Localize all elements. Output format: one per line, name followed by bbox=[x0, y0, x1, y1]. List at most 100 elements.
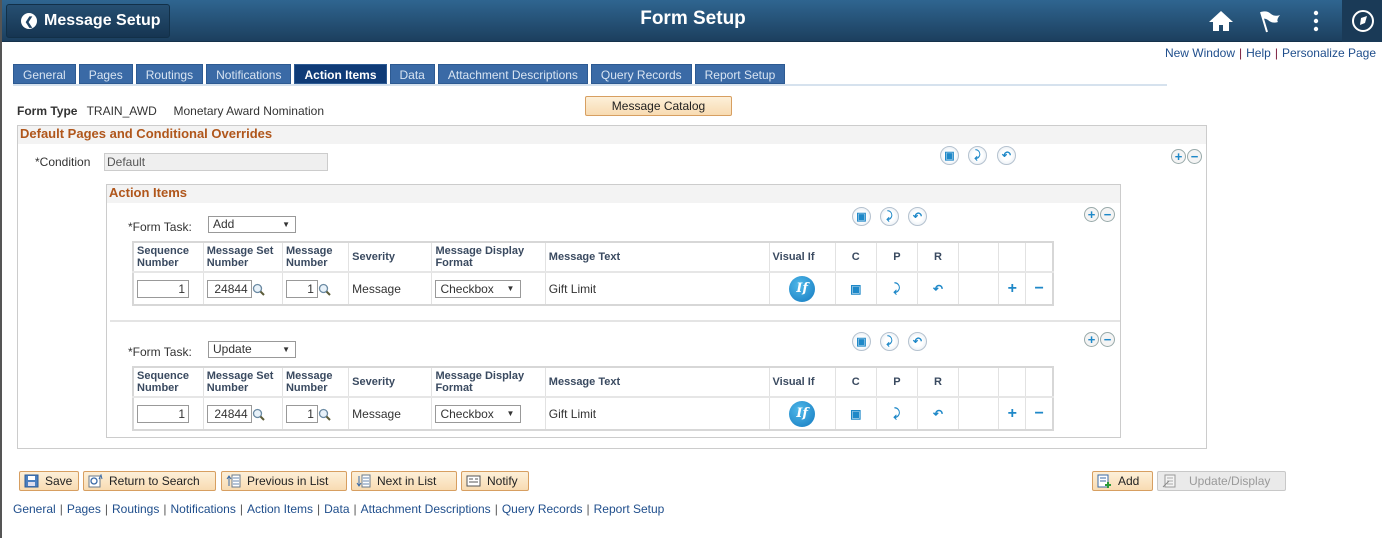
add-condition-button[interactable]: + bbox=[1171, 149, 1186, 164]
next-in-list-button[interactable]: Next in List bbox=[351, 471, 457, 491]
update-display-label: Update/Display bbox=[1189, 474, 1271, 488]
reset-row-icon[interactable]: ↶ bbox=[997, 146, 1016, 165]
bottom-link-notifications[interactable]: Notifications bbox=[170, 502, 235, 516]
grid-header-row: Sequence Number Message Set Number Messa… bbox=[133, 242, 1054, 273]
add-icon bbox=[1097, 474, 1111, 488]
return-to-search-icon bbox=[88, 474, 103, 488]
bottom-link-query-records[interactable]: Query Records bbox=[502, 502, 583, 516]
message-set-input[interactable]: 24844 bbox=[206, 279, 252, 298]
bottom-link-action-items[interactable]: Action Items bbox=[247, 502, 313, 516]
paste-row-icon[interactable]: ⤸ bbox=[968, 146, 987, 165]
reset-icon[interactable]: ↶ bbox=[917, 397, 960, 430]
copy-task-icon[interactable]: ▣ bbox=[852, 332, 871, 351]
notify-button[interactable]: Notify bbox=[461, 471, 529, 491]
delete-row-button[interactable]: − bbox=[1025, 397, 1054, 430]
group-divider bbox=[110, 320, 1120, 322]
copy-task-icon[interactable]: ▣ bbox=[852, 207, 871, 226]
copy-icon[interactable]: ▣ bbox=[835, 397, 877, 430]
form-task-dropdown[interactable]: Update ▼ bbox=[208, 341, 296, 358]
col-message-set-number: Message Set Number bbox=[203, 367, 283, 398]
tab-query-records[interactable]: Query Records bbox=[590, 64, 692, 84]
delete-row-button[interactable]: − bbox=[1025, 272, 1054, 305]
display-format-select[interactable]: Checkbox ▼ bbox=[435, 404, 522, 423]
paste-task-icon[interactable]: ⤸ bbox=[880, 207, 899, 226]
return-to-search-label: Return to Search bbox=[109, 474, 200, 488]
save-button[interactable]: Save bbox=[19, 471, 79, 491]
page-title: Form Setup bbox=[640, 8, 746, 29]
help-link[interactable]: Help bbox=[1246, 46, 1271, 60]
return-to-search-button[interactable]: Return to Search bbox=[83, 471, 216, 491]
top-links: New Window | Help | Personalize Page bbox=[1164, 46, 1376, 60]
sequence-number-input[interactable]: 1 bbox=[137, 404, 189, 423]
copy-row-icon[interactable]: ▣ bbox=[940, 146, 959, 165]
form-type-code: TRAIN_AWD bbox=[86, 104, 157, 118]
message-set-input[interactable]: 24844 bbox=[206, 404, 252, 423]
col-add bbox=[998, 242, 1027, 273]
tab-attachment-descriptions[interactable]: Attachment Descriptions bbox=[437, 64, 588, 84]
condition-label: *Condition bbox=[35, 155, 91, 169]
delete-task-button[interactable]: − bbox=[1100, 207, 1115, 222]
add-row-button[interactable]: + bbox=[998, 397, 1027, 430]
visual-if-icon[interactable]: If bbox=[789, 400, 816, 427]
bottom-link-routings[interactable]: Routings bbox=[112, 502, 159, 516]
col-delete bbox=[1025, 242, 1054, 273]
tab-action-items[interactable]: Action Items bbox=[294, 64, 387, 84]
form-task-dropdown[interactable]: Add ▼ bbox=[208, 216, 296, 233]
col-c: C bbox=[835, 242, 877, 273]
action-items-grid: Sequence Number Message Set Number Messa… bbox=[132, 366, 1054, 431]
previous-in-list-button[interactable]: Previous in List bbox=[221, 471, 347, 491]
reset-icon[interactable]: ↶ bbox=[917, 272, 960, 305]
bottom-link-data[interactable]: Data bbox=[324, 502, 349, 516]
save-label: Save bbox=[45, 474, 73, 488]
copy-icon[interactable]: ▣ bbox=[835, 272, 877, 305]
form-task-label: *Form Task: bbox=[128, 220, 192, 234]
bottom-link-general[interactable]: General bbox=[13, 502, 56, 516]
lookup-icon[interactable] bbox=[318, 283, 331, 296]
tab-pages[interactable]: Pages bbox=[78, 64, 133, 84]
paste-icon[interactable]: ⤸ bbox=[876, 397, 918, 430]
tab-report-setup[interactable]: Report Setup bbox=[694, 64, 786, 84]
paste-task-icon[interactable]: ⤸ bbox=[880, 332, 899, 351]
previous-in-list-icon bbox=[226, 474, 241, 488]
delete-condition-button[interactable]: − bbox=[1187, 149, 1202, 164]
dropdown-arrow-icon: ▼ bbox=[282, 345, 290, 354]
bottom-link-attachment-descriptions[interactable]: Attachment Descriptions bbox=[361, 502, 491, 516]
next-in-list-icon bbox=[356, 474, 371, 488]
new-window-link[interactable]: New Window bbox=[1165, 46, 1235, 60]
bottom-link-pages[interactable]: Pages bbox=[67, 502, 101, 516]
tab-notifications[interactable]: Notifications bbox=[206, 64, 292, 84]
home-icon[interactable] bbox=[1208, 9, 1234, 33]
lookup-icon[interactable] bbox=[252, 283, 265, 296]
paste-icon[interactable]: ⤸ bbox=[876, 272, 918, 305]
lookup-icon[interactable] bbox=[318, 408, 331, 421]
display-format-value: Checkbox bbox=[440, 281, 494, 296]
tab-general[interactable]: General bbox=[13, 64, 76, 84]
personalize-page-link[interactable]: Personalize Page bbox=[1282, 46, 1376, 60]
visual-if-icon[interactable]: If bbox=[789, 275, 816, 302]
reset-task-icon[interactable]: ↶ bbox=[908, 332, 927, 351]
add-button[interactable]: Add bbox=[1092, 471, 1153, 491]
add-row-button[interactable]: + bbox=[998, 272, 1027, 305]
tab-routings[interactable]: Routings bbox=[135, 64, 204, 84]
message-catalog-button[interactable]: Message Catalog bbox=[585, 96, 732, 116]
sequence-number-input[interactable]: 1 bbox=[137, 279, 189, 298]
reset-task-icon[interactable]: ↶ bbox=[908, 207, 927, 226]
update-display-icon bbox=[1162, 474, 1176, 488]
col-blank bbox=[958, 367, 1000, 398]
add-task-button[interactable]: + bbox=[1084, 332, 1099, 347]
col-message-display-format: Message Display Format bbox=[431, 242, 546, 273]
more-options-icon[interactable] bbox=[1303, 9, 1329, 33]
display-format-select[interactable]: Checkbox ▼ bbox=[435, 279, 522, 298]
notify-label: Notify bbox=[487, 474, 518, 488]
delete-task-button[interactable]: − bbox=[1100, 332, 1115, 347]
flag-icon[interactable] bbox=[1257, 9, 1283, 33]
navbar-button[interactable] bbox=[1342, 0, 1382, 42]
tab-bar: General Pages Routings Notifications Act… bbox=[13, 64, 786, 84]
tab-data[interactable]: Data bbox=[389, 64, 435, 84]
bottom-link-report-setup[interactable]: Report Setup bbox=[594, 502, 665, 516]
update-display-button[interactable]: Update/Display bbox=[1157, 471, 1286, 491]
lookup-icon[interactable] bbox=[252, 408, 265, 421]
message-number-input[interactable]: 1 bbox=[285, 279, 318, 298]
add-task-button[interactable]: + bbox=[1084, 207, 1099, 222]
message-number-input[interactable]: 1 bbox=[285, 404, 318, 423]
